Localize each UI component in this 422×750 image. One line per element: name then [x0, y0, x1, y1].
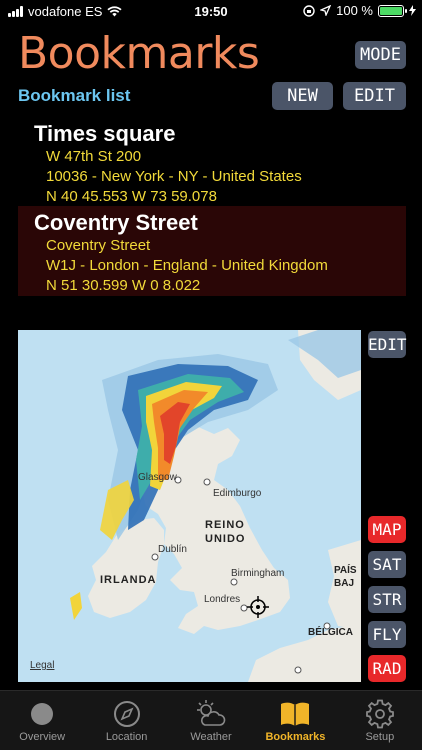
tab-label: Overview — [19, 731, 66, 743]
battery-percent: 100 % — [336, 3, 373, 18]
radar-map[interactable]: Glasgow Edimburgo REINO UNIDO Dublín IRL… — [18, 330, 361, 682]
book-icon — [281, 702, 310, 726]
tab-location[interactable]: Location — [84, 691, 168, 750]
status-bar: vodafone ES 19:50 100 % — [0, 0, 422, 24]
tab-label: Bookmarks — [265, 731, 326, 743]
tab-bar: Overview Location Weather Bookmarks Setu… — [0, 690, 422, 750]
bookmark-name: Times square — [34, 121, 176, 146]
map-label-reino: REINO — [205, 519, 245, 531]
tab-label: Weather — [190, 731, 232, 743]
bookmark-street: Coventry Street — [46, 237, 151, 254]
tab-bookmarks[interactable]: Bookmarks — [253, 691, 337, 750]
bookmark-coords: N 40 45.553 W 73 59.078 — [46, 188, 217, 205]
page-title: Bookmarks — [18, 28, 260, 79]
bookmark-list-label: Bookmark list — [18, 86, 131, 105]
weather-icon — [197, 700, 226, 726]
map-label-londres: Londres — [204, 594, 240, 605]
charging-icon — [409, 5, 416, 16]
tab-label: Setup — [365, 731, 395, 743]
circle-icon — [31, 703, 54, 725]
tab-weather[interactable]: Weather — [169, 691, 253, 750]
bookmark-coords: N 51 30.599 W 0 8.022 — [46, 277, 201, 294]
map-label-irlanda: IRLANDA — [100, 574, 157, 586]
compass-icon — [113, 701, 140, 727]
map-mode-fly-button[interactable]: FLY — [368, 621, 406, 648]
mode-button[interactable]: MODE — [355, 41, 406, 69]
gear-icon — [365, 699, 394, 729]
map-label-baj: BAJ — [334, 578, 354, 589]
bookmark-item[interactable]: Times square W 47th St 200 10036 - New Y… — [18, 117, 406, 205]
map-label-belgica: BÉLGICA — [308, 625, 353, 638]
map-label-birmingham: Birmingham — [231, 568, 284, 579]
bookmark-locality: W1J - London - England - United Kingdom — [46, 257, 328, 274]
tab-label: Location — [105, 731, 148, 743]
location-arrow-icon — [320, 5, 332, 16]
bookmark-item-selected[interactable]: Coventry Street Coventry Street W1J - Lo… — [18, 206, 406, 296]
map-mode-str-button[interactable]: STR — [368, 586, 406, 613]
new-bookmark-button[interactable]: NEW — [272, 82, 333, 110]
edit-list-button[interactable]: EDIT — [343, 82, 406, 110]
bookmark-name: Coventry Street — [34, 210, 198, 235]
map-legal-link[interactable]: Legal — [30, 660, 54, 671]
bookmark-locality: 10036 - New York - NY - United States — [46, 168, 302, 185]
map-mode-rad-button[interactable]: RAD — [368, 655, 406, 682]
map-label-edimburgo: Edimburgo — [213, 488, 262, 499]
map-canvas: Glasgow Edimburgo REINO UNIDO Dublín IRL… — [18, 330, 361, 682]
map-label-unido: UNIDO — [205, 533, 245, 545]
rotation-lock-icon — [303, 4, 315, 17]
map-mode-map-button[interactable]: MAP — [368, 516, 406, 543]
tab-setup[interactable]: Setup — [338, 691, 422, 750]
map-label-glasgow: Glasgow — [138, 472, 178, 483]
tab-overview[interactable]: Overview — [0, 691, 84, 750]
map-label-pais: PAÍS — [334, 563, 357, 576]
bookmark-street: W 47th St 200 — [46, 148, 142, 165]
map-edit-button[interactable]: EDIT — [368, 331, 407, 358]
battery-icon — [378, 4, 407, 17]
map-label-dublin: Dublín — [158, 544, 187, 555]
map-mode-sat-button[interactable]: SAT — [368, 551, 406, 578]
